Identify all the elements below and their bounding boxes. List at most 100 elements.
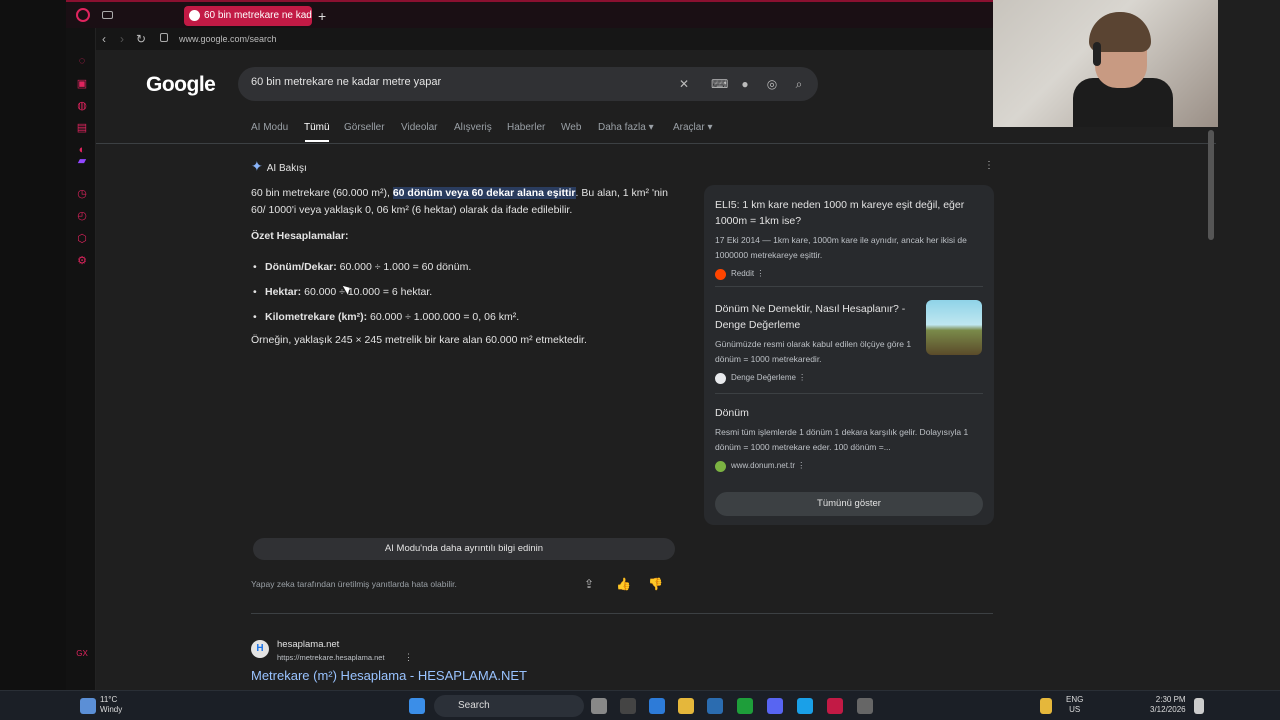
weather-desc: Windy [100,705,123,714]
source-site: Reddit [731,269,755,278]
back-icon[interactable]: ‹ [102,31,106,47]
clock[interactable]: 2:30 PM 3/12/2026 [1150,695,1186,715]
windows-start-icon[interactable] [409,698,425,714]
summary-title: Özet Hesaplamalar: [251,230,349,242]
source-title[interactable]: Dönüm [715,405,985,421]
share-icon[interactable]: ⇪ [584,577,594,591]
tab-ai-mode[interactable]: AI Modu [251,122,288,133]
keyboard-icon[interactable]: ⌨ [711,77,728,91]
more-options-icon[interactable]: ⋮ [984,160,994,171]
xbox-icon[interactable] [737,698,753,714]
source-desc: 17 Eki 2014 — 1km kare, 1000m kare ile a… [715,235,967,260]
search-input[interactable]: 60 bin metrekare ne kadar metre yapar [251,76,441,88]
list-item: Hektar: 60.000 ÷ 10.000 = 6 hektar. [251,280,691,305]
tab-more[interactable]: Daha fazla ▾ [598,122,654,133]
store-icon[interactable] [707,698,723,714]
google-favicon-icon [189,10,200,21]
search-box[interactable]: 60 bin metrekare ne kadar metre yapar ✕ … [238,67,818,101]
mic-icon[interactable]: ● [738,77,752,91]
thumbs-up-icon[interactable]: 👍 [616,577,631,591]
workspaces-icon[interactable] [102,11,113,19]
language-indicator[interactable]: ENG US [1066,695,1083,715]
opera-menu-icon[interactable] [76,8,90,22]
ai-overview-text: 60 bin metrekare (60.000 m²), 60 dönüm v… [251,185,681,219]
webcam-overlay [993,0,1218,127]
result-menu-icon[interactable]: ⋮ [404,652,413,663]
list-item-label: Kilometrekare (km²): [265,311,368,323]
scrollbar[interactable] [1208,130,1214,240]
weather-icon[interactable] [80,698,96,714]
source-title[interactable]: Dönüm Ne Demektir, Nasıl Hesaplanır? - D… [715,301,920,333]
source-card[interactable]: Dönüm Ne Demektir, Nasıl Hesaplanır? - D… [715,301,920,384]
clock-date: 3/12/2026 [1150,705,1186,714]
file-explorer-icon[interactable] [678,698,694,714]
gx-icon[interactable]: GX [76,648,88,660]
twitch-icon[interactable]: ▰ [76,155,88,167]
divider [715,393,983,394]
extensions-icon[interactable]: ⬡ [76,233,88,245]
source-thumbnail[interactable] [926,300,982,355]
highlighted-answer: 60 dönüm veya 60 dekar alana eşittir [392,187,576,199]
tab-all[interactable]: Tümü [304,122,330,133]
google-results-page: Google 60 bin metrekare ne kadar metre y… [96,50,1216,690]
tab-web[interactable]: Web [561,122,581,133]
clear-icon[interactable]: ✕ [677,77,691,91]
ai-mode-button[interactable]: AI Modu'nda daha ayrıntılı bilgi edinin [253,538,675,560]
lens-icon[interactable]: ◎ [765,77,779,91]
clock-icon[interactable]: ◷ [76,188,88,200]
tab-tools[interactable]: Araçlar ▾ [673,122,712,133]
notification-icon[interactable] [1194,698,1204,714]
list-item-text: 60.000 ÷ 10.000 = 6 hektar. [301,286,433,298]
source-card[interactable]: ELI5: 1 km kare neden 1000 m kareye eşit… [715,197,985,280]
result-url[interactable]: https://metrekare.hesaplama.net [277,653,385,662]
active-tab-indicator [305,140,329,142]
weather-widget[interactable]: 11°C Windy [100,695,122,715]
list-item: Kilometrekare (km²): 60.000 ÷ 1.000.000 … [251,305,691,330]
copilot-icon[interactable] [649,698,665,714]
result-title-link[interactable]: Metrekare (m²) Hesaplama - HESAPLAMA.NET [251,668,527,683]
headphones [1093,42,1101,66]
source-card[interactable]: Dönüm Resmi tüm işlemlerde 1 dönüm 1 dek… [715,405,985,472]
tab-videos[interactable]: Videolar [401,122,438,133]
weather-temp: 11°C [100,695,118,704]
forward-icon[interactable]: › [120,31,124,47]
tab-shopping[interactable]: Alışveriş [454,122,492,133]
divider [715,286,983,287]
show-all-button[interactable]: Tümünü göster [715,492,983,516]
steam-icon[interactable] [857,698,873,714]
divider [251,613,993,614]
lock-icon [160,33,168,42]
reload-icon[interactable]: ↻ [136,31,146,47]
dell-icon[interactable] [620,698,636,714]
opera-gx-icon[interactable] [827,698,843,714]
taskbar-search-label: Search [458,700,490,711]
ai-overview-heading: ✦ AI Bakışı [251,158,307,175]
lang-code: ENG [1066,695,1084,704]
divider [96,143,1216,144]
result-site[interactable]: hesaplama.net [277,639,339,650]
search-icon[interactable]: ⌕ [792,77,806,91]
tab-news[interactable]: Haberler [507,122,545,133]
bag-icon[interactable]: ▣ [76,78,88,90]
settings-icon[interactable]: ⚙ [76,255,88,267]
result-favicon-icon: H [251,640,269,658]
task-view-icon[interactable] [591,698,607,714]
tab-title: 60 bin metrekare ne kadar [204,10,312,21]
new-tab-button[interactable]: + [318,6,326,26]
google-logo[interactable]: Google [146,73,216,97]
mic-tray-icon[interactable] [1040,698,1052,714]
tab-active[interactable]: 60 bin metrekare ne kadar [184,6,312,26]
discord-icon[interactable] [767,698,783,714]
edge-icon[interactable] [797,698,813,714]
url-field[interactable]: www.google.com/search [179,32,277,46]
timer-icon[interactable]: ◴ [76,210,88,222]
messenger-icon[interactable]: ◍ [76,100,88,112]
thumbs-down-icon[interactable]: 👎 [648,577,663,591]
video-icon[interactable]: ▤ [76,122,88,134]
reddit-icon [715,269,726,280]
source-title[interactable]: ELI5: 1 km kare neden 1000 m kareye eşit… [715,197,985,229]
history-icon[interactable]: ◌ [76,55,88,67]
taskbar-search[interactable]: Search [434,695,584,717]
taskbar: 11°C Windy Search ENG US 2:30 PM 3/12/2026 [0,690,1280,720]
tab-images[interactable]: Görseller [344,122,385,133]
